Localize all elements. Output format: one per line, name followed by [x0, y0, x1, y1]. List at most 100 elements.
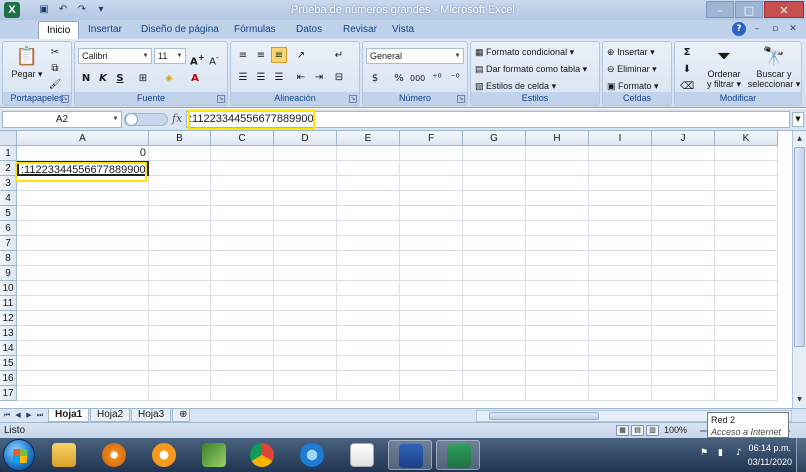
- cell-g8[interactable]: [463, 251, 526, 266]
- cell-j9[interactable]: [652, 266, 715, 281]
- cell-a8[interactable]: [17, 251, 149, 266]
- cell-d14[interactable]: [274, 341, 337, 356]
- cell-a9[interactable]: [17, 266, 149, 281]
- column-header-e[interactable]: E: [337, 131, 400, 146]
- row-header-6[interactable]: 6: [0, 221, 17, 236]
- cell-k8[interactable]: [715, 251, 778, 266]
- cell-a17[interactable]: [17, 386, 149, 401]
- cell-b17[interactable]: [149, 386, 211, 401]
- cell-i15[interactable]: [589, 356, 652, 371]
- cell-d4[interactable]: [274, 191, 337, 206]
- tab-diseno-pagina[interactable]: Diseño de página: [133, 21, 227, 39]
- cell-k14[interactable]: [715, 341, 778, 356]
- cell-g15[interactable]: [463, 356, 526, 371]
- taskbar-word[interactable]: [388, 440, 432, 470]
- expand-formula-icon[interactable]: ▼: [792, 112, 804, 127]
- cell-c14[interactable]: [211, 341, 274, 356]
- decrease-font-icon[interactable]: A-: [206, 48, 222, 67]
- cell-c12[interactable]: [211, 311, 274, 326]
- cell-h3[interactable]: [526, 176, 589, 191]
- cell-a12[interactable]: [17, 311, 149, 326]
- cell-g7[interactable]: [463, 236, 526, 251]
- cell-h7[interactable]: [526, 236, 589, 251]
- cell-b6[interactable]: [149, 221, 211, 236]
- cell-j15[interactable]: [652, 356, 715, 371]
- undo-icon[interactable]: ↶: [55, 2, 71, 17]
- cell-b12[interactable]: [149, 311, 211, 326]
- row-header-7[interactable]: 7: [0, 236, 17, 251]
- vertical-scrollbar[interactable]: ▲ ▼: [792, 131, 806, 408]
- customize-icon[interactable]: ▾: [93, 2, 109, 17]
- cell-d9[interactable]: [274, 266, 337, 281]
- format-as-table-button[interactable]: ▤ Dar formato como tabla ▾: [475, 61, 587, 77]
- maximize-icon[interactable]: □: [735, 1, 763, 18]
- cell-d5[interactable]: [274, 206, 337, 221]
- cell-a10[interactable]: [17, 281, 149, 296]
- cell-b14[interactable]: [149, 341, 211, 356]
- ribbon-restore-icon[interactable]: ▫: [768, 22, 782, 36]
- cell-c3[interactable]: [211, 176, 274, 191]
- cell-b8[interactable]: [149, 251, 211, 266]
- cell-c4[interactable]: [211, 191, 274, 206]
- scroll-up-icon[interactable]: ▲: [794, 133, 805, 145]
- cell-f9[interactable]: [400, 266, 463, 281]
- cell-c16[interactable]: [211, 371, 274, 386]
- cell-i1[interactable]: [589, 146, 652, 161]
- cell-i13[interactable]: [589, 326, 652, 341]
- cell-e11[interactable]: [337, 296, 400, 311]
- cell-j17[interactable]: [652, 386, 715, 401]
- taskbar-settings[interactable]: [142, 440, 186, 470]
- cell-a11[interactable]: [17, 296, 149, 311]
- taskbar-media-player[interactable]: [92, 440, 136, 470]
- cell-i11[interactable]: [589, 296, 652, 311]
- font-name-select[interactable]: Calibri ▼: [78, 48, 152, 64]
- cell-f12[interactable]: [400, 311, 463, 326]
- autosum-icon[interactable]: Σ: [679, 44, 695, 60]
- cell-j1[interactable]: [652, 146, 715, 161]
- row-header-4[interactable]: 4: [0, 191, 17, 206]
- row-header-10[interactable]: 10: [0, 281, 17, 296]
- taskbar-publisher[interactable]: [340, 440, 384, 470]
- cell-b16[interactable]: [149, 371, 211, 386]
- cell-d8[interactable]: [274, 251, 337, 266]
- excel-app-icon[interactable]: X: [4, 2, 20, 18]
- fill-icon[interactable]: ⬇: [679, 61, 695, 77]
- cell-c9[interactable]: [211, 266, 274, 281]
- cell-e5[interactable]: [337, 206, 400, 221]
- sheet-tab-hoja3[interactable]: Hoja3: [131, 409, 172, 422]
- cell-f2[interactable]: [400, 161, 463, 176]
- cell-a14[interactable]: [17, 341, 149, 356]
- close-icon[interactable]: ✕: [764, 1, 804, 18]
- tab-formulas[interactable]: Fórmulas: [226, 21, 284, 39]
- ribbon-close-icon[interactable]: ✕: [786, 22, 800, 36]
- cell-j8[interactable]: [652, 251, 715, 266]
- cell-c15[interactable]: [211, 356, 274, 371]
- row-header-12[interactable]: 12: [0, 311, 17, 326]
- next-sheet-icon[interactable]: ▶: [24, 410, 34, 421]
- cell-a5[interactable]: [17, 206, 149, 221]
- wrap-text-icon[interactable]: ↵: [331, 47, 347, 63]
- cell-c1[interactable]: [211, 146, 274, 161]
- cell-e16[interactable]: [337, 371, 400, 386]
- cell-h14[interactable]: [526, 341, 589, 356]
- cell-h6[interactable]: [526, 221, 589, 236]
- cell-f16[interactable]: [400, 371, 463, 386]
- cell-k9[interactable]: [715, 266, 778, 281]
- cell-h1[interactable]: [526, 146, 589, 161]
- increase-decimal-icon[interactable]: ⁺⁰: [429, 70, 445, 86]
- cell-i5[interactable]: [589, 206, 652, 221]
- cell-i2[interactable]: [589, 161, 652, 176]
- increase-font-icon[interactable]: A+: [189, 48, 205, 67]
- cell-k7[interactable]: [715, 236, 778, 251]
- cell-h8[interactable]: [526, 251, 589, 266]
- cell-d6[interactable]: [274, 221, 337, 236]
- last-sheet-icon[interactable]: ⏭: [35, 410, 45, 421]
- cell-k13[interactable]: [715, 326, 778, 341]
- cell-a15[interactable]: [17, 356, 149, 371]
- cell-k4[interactable]: [715, 191, 778, 206]
- cell-e2[interactable]: [337, 161, 400, 176]
- tab-revisar[interactable]: Revisar: [335, 21, 385, 39]
- cell-j4[interactable]: [652, 191, 715, 206]
- cell-d17[interactable]: [274, 386, 337, 401]
- cell-h5[interactable]: [526, 206, 589, 221]
